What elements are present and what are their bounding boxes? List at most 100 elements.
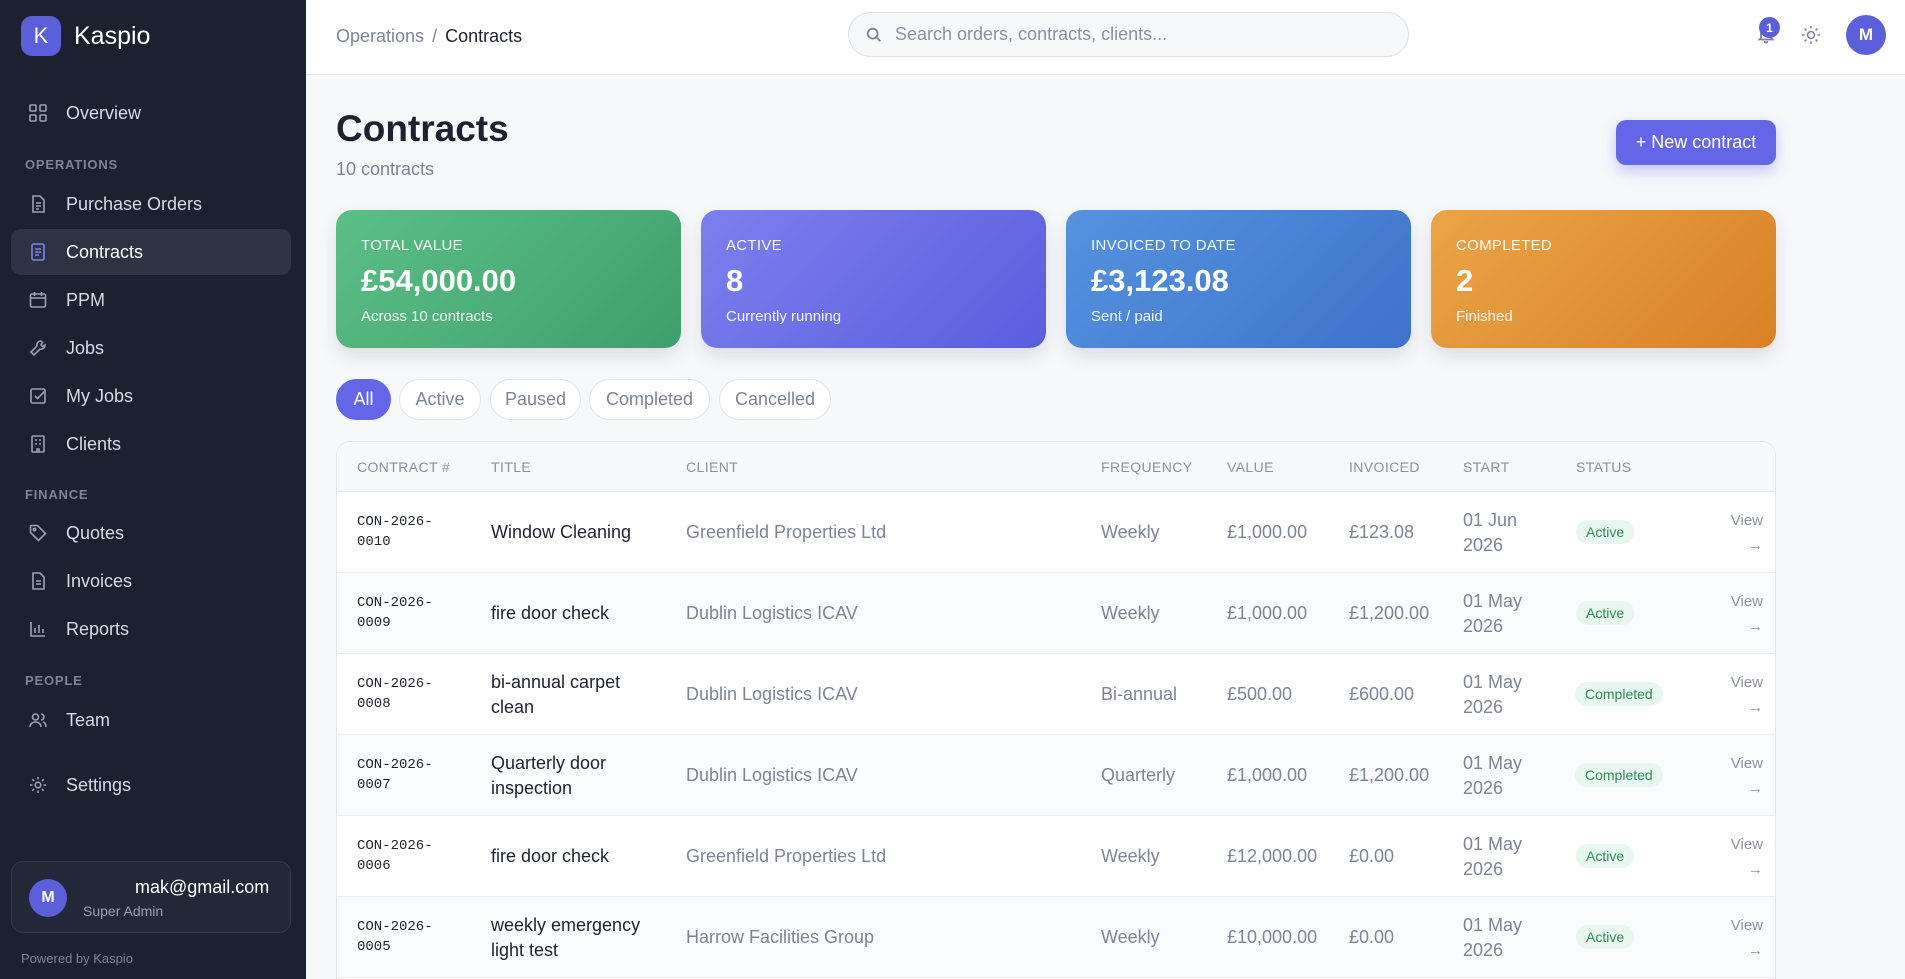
contract-title[interactable]: weekly emergency light test bbox=[491, 913, 651, 963]
contract-start: 01 May 2026 bbox=[1463, 589, 1533, 639]
contract-title[interactable]: bi-annual carpet clean bbox=[491, 670, 651, 720]
stat-hint: Finished bbox=[1456, 308, 1513, 325]
start-day-month: 01 May bbox=[1463, 915, 1523, 935]
stat-hint: Sent / paid bbox=[1091, 308, 1163, 325]
filter-completed[interactable]: Completed bbox=[589, 379, 710, 420]
sidebar-item-team[interactable]: Team bbox=[11, 697, 291, 743]
nav-section-operations: OPERATIONS bbox=[25, 157, 118, 172]
wrench-icon bbox=[27, 337, 49, 359]
nav-section-finance: FINANCE bbox=[25, 487, 89, 502]
table-header: CONTRACT # TITLE CLIENT FREQUENCY VALUE … bbox=[337, 442, 1775, 492]
view-link[interactable]: View → bbox=[1723, 832, 1763, 882]
sidebar-item-overview[interactable]: Overview bbox=[11, 90, 291, 136]
column-header[interactable]: TITLE bbox=[491, 459, 531, 475]
sidebar-item-jobs[interactable]: Jobs bbox=[11, 325, 291, 371]
contract-frequency: Weekly bbox=[1101, 522, 1160, 542]
sidebar-item-label: PPM bbox=[66, 289, 106, 310]
user-card[interactable]: M mak@gmail.com Super Admin bbox=[11, 861, 291, 933]
view-link[interactable]: View → bbox=[1723, 508, 1763, 558]
stat-card-total-value: TOTAL VALUE £54,000.00 Across 10 contrac… bbox=[336, 210, 681, 348]
sidebar-item-invoices[interactable]: Invoices bbox=[11, 558, 291, 604]
table-row[interactable]: CON-2026- 0005 weekly emergency light test… bbox=[337, 897, 1775, 978]
table-row[interactable]: CON-2026- 0009 fire door check Dublin Logis… bbox=[337, 573, 1775, 654]
filter-paused[interactable]: Paused bbox=[490, 379, 581, 420]
column-header[interactable]: CONTRACT # bbox=[357, 459, 450, 475]
contract-frequency: Weekly bbox=[1101, 927, 1160, 947]
contract-frequency: Weekly bbox=[1101, 603, 1160, 623]
stat-label: TOTAL VALUE bbox=[361, 237, 463, 254]
contract-client: Harrow Facilities Group bbox=[686, 927, 875, 947]
view-link[interactable]: View → bbox=[1723, 670, 1763, 720]
stat-hint: Across 10 contracts bbox=[361, 308, 493, 325]
contract-number-prefix: CON-2026- bbox=[357, 676, 433, 692]
contract-number-prefix: CON-2026- bbox=[357, 838, 433, 854]
contract-invoiced: £1,200.00 bbox=[1349, 765, 1430, 785]
contract-client: Dublin Logistics ICAV bbox=[686, 603, 858, 623]
contract-title[interactable]: fire door check bbox=[491, 601, 651, 626]
stat-label: COMPLETED bbox=[1456, 237, 1553, 254]
contract-number-suffix: 0007 bbox=[357, 777, 391, 793]
avatar[interactable]: M bbox=[1846, 15, 1886, 55]
table-row[interactable]: CON-2026- 0006 fire door check Greenfield P… bbox=[337, 816, 1775, 897]
view-link[interactable]: View → bbox=[1723, 913, 1763, 963]
column-header[interactable]: FREQUENCY bbox=[1101, 459, 1193, 475]
filter-all[interactable]: All bbox=[336, 379, 391, 420]
column-header[interactable]: STATUS bbox=[1576, 459, 1632, 475]
sidebar-item-label: Reports bbox=[66, 618, 130, 639]
sidebar-item-my-jobs[interactable]: My Jobs bbox=[11, 373, 291, 419]
filter-active[interactable]: Active bbox=[399, 379, 481, 420]
table-row[interactable]: CON-2026- 0007 Quarterly door inspection Du… bbox=[337, 735, 1775, 816]
column-header[interactable]: VALUE bbox=[1227, 459, 1274, 475]
column-header[interactable]: START bbox=[1463, 459, 1510, 475]
arrow-right-icon: → bbox=[1748, 942, 1763, 959]
view-label: View bbox=[1730, 755, 1763, 772]
sidebar-item-contracts[interactable]: Contracts bbox=[11, 229, 291, 275]
contract-number-suffix: 0006 bbox=[357, 858, 391, 874]
arrow-right-icon: → bbox=[1748, 861, 1763, 878]
sidebar-item-ppm[interactable]: PPM bbox=[11, 277, 291, 323]
contract-number-prefix: CON-2026- bbox=[357, 919, 433, 935]
contract-value: £10,000.00 bbox=[1227, 927, 1318, 947]
stat-hint: Currently running bbox=[726, 308, 842, 325]
view-label: View bbox=[1730, 917, 1763, 934]
new-contract-button[interactable]: + New contract bbox=[1616, 120, 1776, 165]
status-badge: Active bbox=[1576, 925, 1635, 949]
start-year: 2026 bbox=[1463, 940, 1504, 960]
contract-title[interactable]: Window Cleaning bbox=[491, 520, 651, 545]
sidebar-item-quotes[interactable]: Quotes bbox=[11, 510, 291, 556]
view-link[interactable]: View → bbox=[1723, 751, 1763, 801]
filter-cancelled[interactable]: Cancelled bbox=[719, 379, 831, 420]
sidebar-item-reports[interactable]: Reports bbox=[11, 606, 291, 652]
calendar-icon bbox=[27, 289, 49, 311]
sun-icon[interactable] bbox=[1800, 24, 1822, 46]
brand[interactable]: K Kaspio bbox=[21, 16, 150, 56]
sidebar-item-label: Jobs bbox=[66, 337, 105, 358]
view-link[interactable]: View → bbox=[1723, 589, 1763, 639]
sidebar-item-label: Purchase Orders bbox=[66, 193, 203, 214]
contract-title[interactable]: Quarterly door inspection bbox=[491, 751, 651, 801]
stat-card-invoiced: INVOICED TO DATE £3,123.08 Sent / paid bbox=[1066, 210, 1411, 348]
column-header[interactable]: CLIENT bbox=[686, 459, 738, 475]
column-header[interactable]: INVOICED bbox=[1349, 459, 1420, 475]
gear-icon bbox=[27, 774, 49, 796]
sidebar-item-clients[interactable]: Clients bbox=[11, 421, 291, 467]
sidebar-item-purchase-orders[interactable]: Purchase Orders bbox=[11, 181, 291, 227]
sidebar-item-settings[interactable]: Settings bbox=[11, 762, 291, 808]
contract-title[interactable]: fire door check bbox=[491, 844, 651, 869]
stat-value: 2 bbox=[1456, 263, 1474, 298]
contract-client: Dublin Logistics ICAV bbox=[686, 765, 858, 785]
table-row[interactable]: CON-2026- 0008 bi-annual carpet clean Dubli… bbox=[337, 654, 1775, 735]
sidebar: K Kaspio Overview OPERATIONS Purchase Or… bbox=[0, 0, 306, 979]
start-year: 2026 bbox=[1463, 859, 1504, 879]
contract-invoiced: £123.08 bbox=[1349, 522, 1415, 542]
table-row[interactable]: CON-2026- 0010 Window Cleaning Greenfield P… bbox=[337, 492, 1775, 573]
start-day-month: 01 Jun bbox=[1463, 510, 1518, 530]
status-badge: Completed bbox=[1575, 682, 1663, 706]
search-box[interactable] bbox=[848, 12, 1409, 57]
contract-start: 01 May 2026 bbox=[1463, 670, 1533, 720]
arrow-right-icon: → bbox=[1748, 618, 1763, 635]
contract-number: CON-2026- 0005 bbox=[357, 917, 433, 957]
breadcrumb-parent[interactable]: Operations bbox=[336, 26, 424, 46]
search-input[interactable] bbox=[895, 24, 1375, 45]
contract-invoiced: £1,200.00 bbox=[1349, 603, 1430, 623]
